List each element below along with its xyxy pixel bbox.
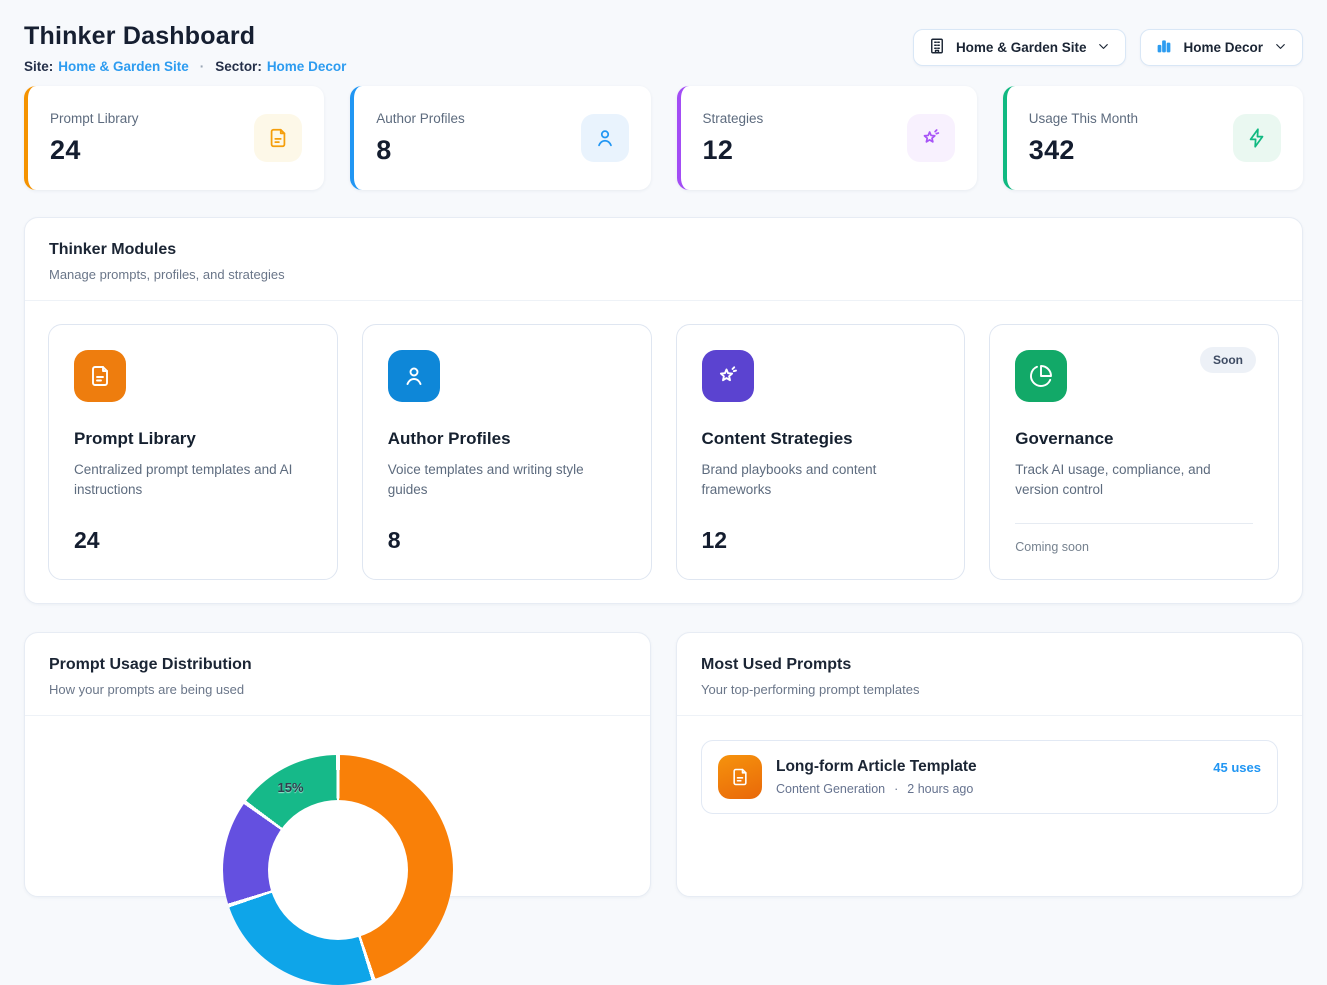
modules-panel-title: Thinker Modules xyxy=(49,241,1278,259)
site-label: Site: xyxy=(24,59,53,74)
module-card-author-profiles[interactable]: Author Profiles Voice templates and writ… xyxy=(362,324,652,580)
stat-label: Author Profiles xyxy=(376,111,465,126)
bar-chart-icon xyxy=(1155,37,1173,58)
module-card-content-strategies[interactable]: Content Strategies Brand playbooks and c… xyxy=(676,324,966,580)
module-title: Content Strategies xyxy=(702,429,940,449)
site-link[interactable]: Home & Garden Site xyxy=(58,59,189,74)
stat-label: Usage This Month xyxy=(1029,111,1138,126)
sector-label: Sector: xyxy=(215,59,262,74)
page-title: Thinker Dashboard xyxy=(24,22,346,51)
donut-chart[interactable]: 15% xyxy=(223,755,453,985)
pie-chart-icon xyxy=(1015,350,1067,402)
header-buttons: Home & Garden Site Home Decor xyxy=(913,29,1303,66)
prompts-panel-title: Most Used Prompts xyxy=(701,656,1278,674)
module-description: Brand playbooks and content frameworks xyxy=(702,460,940,501)
stat-text: Strategies 12 xyxy=(703,111,764,166)
module-description: Track AI usage, compliance, and version … xyxy=(1015,460,1253,501)
module-card-governance[interactable]: Soon Governance Track AI usage, complian… xyxy=(989,324,1279,580)
stat-card-prompt-library: Prompt Library 24 xyxy=(24,86,324,190)
prompt-timestamp: 2 hours ago xyxy=(907,782,973,796)
module-description: Centralized prompt templates and AI inst… xyxy=(74,460,312,501)
lightning-icon xyxy=(1233,114,1281,162)
stat-card-author-profiles: Author Profiles 8 xyxy=(350,86,650,190)
thinker-modules-panel: Thinker Modules Manage prompts, profiles… xyxy=(24,217,1303,604)
site-selector-button[interactable]: Home & Garden Site xyxy=(913,29,1127,66)
sparkle-star-icon xyxy=(702,350,754,402)
sparkle-star-icon xyxy=(907,114,955,162)
chevron-down-icon xyxy=(1096,39,1111,57)
document-icon xyxy=(74,350,126,402)
modules-panel-header: Thinker Modules Manage prompts, profiles… xyxy=(25,218,1302,301)
donut-chart-area: 15% xyxy=(25,716,650,896)
most-used-prompts-panel: Most Used Prompts Your top-performing pr… xyxy=(676,632,1303,897)
user-icon xyxy=(581,114,629,162)
sector-selector-label: Home Decor xyxy=(1183,40,1263,55)
stat-card-strategies: Strategies 12 xyxy=(677,86,977,190)
modules-panel-subtitle: Manage prompts, profiles, and strategies xyxy=(49,267,1278,282)
bottom-row: Prompt Usage Distribution How your promp… xyxy=(24,632,1303,897)
stat-label: Strategies xyxy=(703,111,764,126)
modules-grid: Prompt Library Centralized prompt templa… xyxy=(25,301,1302,603)
donut-slice-label: 15% xyxy=(278,780,304,795)
prompts-panel-subtitle: Your top-performing prompt templates xyxy=(701,682,1278,697)
chevron-down-icon xyxy=(1273,39,1288,57)
stat-card-usage: Usage This Month 342 xyxy=(1003,86,1303,190)
document-icon xyxy=(254,114,302,162)
stat-value: 8 xyxy=(376,135,465,166)
module-description: Voice templates and writing style guides xyxy=(388,460,626,501)
usage-panel-title: Prompt Usage Distribution xyxy=(49,656,626,674)
coming-soon-note: Coming soon xyxy=(1015,523,1253,554)
module-count: 12 xyxy=(702,527,940,554)
module-count: 24 xyxy=(74,527,312,554)
prompts-panel-header: Most Used Prompts Your top-performing pr… xyxy=(677,633,1302,716)
stat-text: Author Profiles 8 xyxy=(376,111,465,166)
stat-text: Prompt Library 24 xyxy=(50,111,139,166)
document-icon xyxy=(718,755,762,799)
prompt-item-title: Long-form Article Template xyxy=(776,758,977,776)
sector-link[interactable]: Home Decor xyxy=(267,59,347,74)
breadcrumb: Site: Home & Garden Site · Sector: Home … xyxy=(24,59,346,74)
stat-label: Prompt Library xyxy=(50,111,139,126)
building-icon xyxy=(928,37,946,58)
site-selector-label: Home & Garden Site xyxy=(956,40,1087,55)
top-bar: Thinker Dashboard Site: Home & Garden Si… xyxy=(24,22,1303,74)
prompt-category: Content Generation xyxy=(776,782,885,796)
stat-value: 12 xyxy=(703,135,764,166)
stats-row: Prompt Library 24 Author Profiles 8 Stra… xyxy=(24,86,1303,190)
dashboard-page: Thinker Dashboard Site: Home & Garden Si… xyxy=(0,0,1327,897)
sector-selector-button[interactable]: Home Decor xyxy=(1140,29,1303,66)
user-icon xyxy=(388,350,440,402)
prompt-usage-panel: Prompt Usage Distribution How your promp… xyxy=(24,632,651,897)
usage-panel-subtitle: How your prompts are being used xyxy=(49,682,626,697)
soon-badge: Soon xyxy=(1200,347,1256,373)
separator-dot: · xyxy=(200,59,205,74)
prompt-item-text: Long-form Article Template Content Gener… xyxy=(776,758,977,796)
prompt-uses-badge: 45 uses xyxy=(1213,760,1261,775)
stat-text: Usage This Month 342 xyxy=(1029,111,1138,166)
header-left: Thinker Dashboard Site: Home & Garden Si… xyxy=(24,22,346,74)
module-count: 8 xyxy=(388,527,626,554)
stat-value: 24 xyxy=(50,135,139,166)
prompt-item-meta: Content Generation · 2 hours ago xyxy=(776,782,977,796)
prompt-list-item[interactable]: Long-form Article Template Content Gener… xyxy=(701,740,1278,814)
module-title: Author Profiles xyxy=(388,429,626,449)
module-title: Governance xyxy=(1015,429,1253,449)
module-card-prompt-library[interactable]: Prompt Library Centralized prompt templa… xyxy=(48,324,338,580)
separator-dot: · xyxy=(894,782,898,796)
usage-panel-header: Prompt Usage Distribution How your promp… xyxy=(25,633,650,716)
module-title: Prompt Library xyxy=(74,429,312,449)
stat-value: 342 xyxy=(1029,135,1138,166)
